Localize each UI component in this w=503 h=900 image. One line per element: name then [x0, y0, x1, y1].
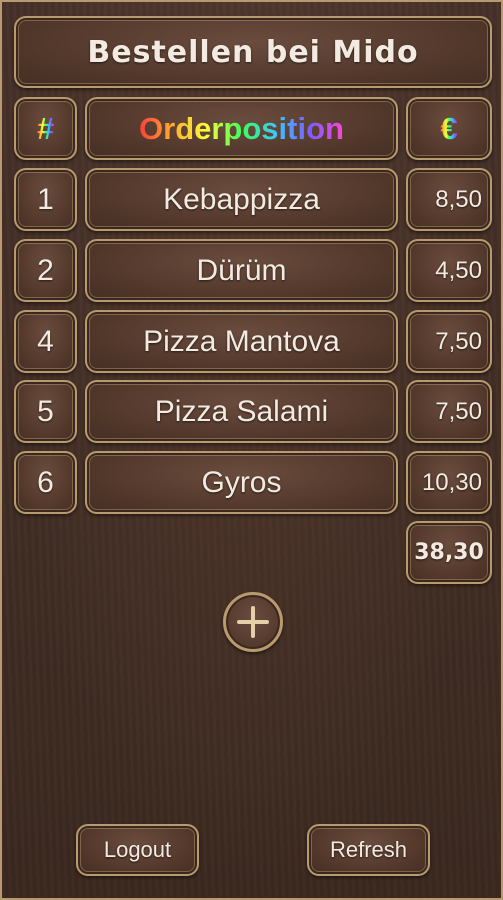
row-item[interactable]: Gyros — [85, 451, 398, 514]
row-item[interactable]: Kebappizza — [85, 168, 398, 231]
plus-circle-icon — [237, 606, 269, 638]
row-item[interactable]: Pizza Mantova — [85, 310, 398, 373]
header-price: € — [406, 97, 492, 160]
row-price[interactable]: 7,50 — [406, 310, 492, 373]
row-item[interactable]: Pizza Salami — [85, 380, 398, 443]
header-item-label: Orderposition — [139, 110, 344, 146]
header-number: # — [14, 97, 77, 160]
row-price[interactable]: 10,30 — [406, 451, 492, 514]
row-number[interactable]: 2 — [14, 239, 77, 302]
row-number[interactable]: 4 — [14, 310, 77, 373]
row-number[interactable]: 6 — [14, 451, 77, 514]
app-frame: Bestellen bei Mido # Orderposition € 1 K… — [0, 0, 503, 900]
page-title: Bestellen bei Mido — [14, 16, 492, 88]
total-price: 38,30 — [406, 521, 492, 584]
row-price[interactable]: 4,50 — [406, 239, 492, 302]
logout-button[interactable]: Logout — [76, 824, 199, 876]
row-price[interactable]: 8,50 — [406, 168, 492, 231]
header-price-label: € — [440, 110, 458, 146]
row-number[interactable]: 1 — [14, 168, 77, 231]
row-price[interactable]: 7,50 — [406, 380, 492, 443]
row-number[interactable]: 5 — [14, 380, 77, 443]
row-item[interactable]: Dürüm — [85, 239, 398, 302]
add-order-button[interactable] — [223, 592, 283, 652]
header-number-label: # — [36, 110, 55, 146]
refresh-button[interactable]: Refresh — [307, 824, 430, 876]
header-item: Orderposition — [85, 97, 398, 160]
